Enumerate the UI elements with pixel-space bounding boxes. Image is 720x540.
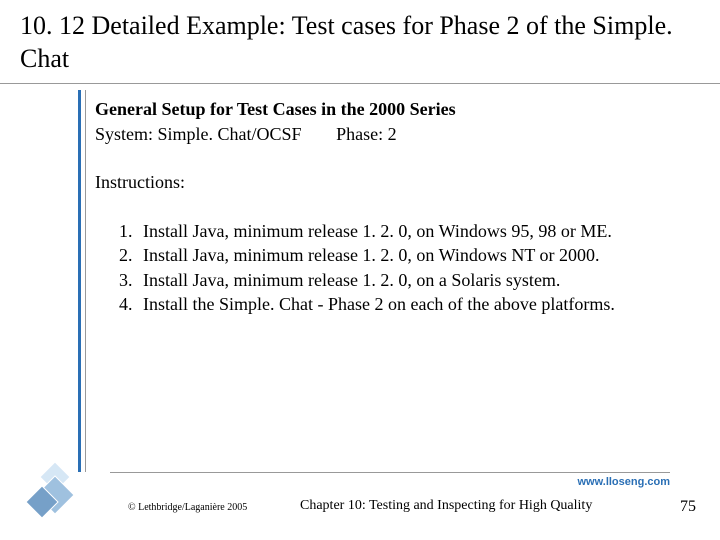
list-item: Install Java, minimum release 1. 2. 0, o… [137,269,665,292]
content-area: General Setup for Test Cases in the 2000… [95,98,665,318]
instructions-label: Instructions: [95,171,665,194]
footer-url: www.lloseng.com [578,476,671,488]
slide-title: 10. 12 Detailed Example: Test cases for … [0,0,720,81]
system-label: System [95,124,148,144]
phase-value: 2 [388,124,397,144]
list-item: Install Java, minimum release 1. 2. 0, o… [137,244,665,267]
slide: 10. 12 Detailed Example: Test cases for … [0,0,720,540]
footer-divider [110,472,670,473]
page-number: 75 [680,498,696,516]
setup-heading: General Setup for Test Cases in the 2000… [95,98,665,121]
title-divider [0,83,720,84]
list-item: Install Java, minimum release 1. 2. 0, o… [137,220,665,243]
chapter-label: Chapter 10: Testing and Inspecting for H… [300,498,592,514]
accent-bar-thin [85,90,86,472]
list-item: Install the Simple. Chat - Phase 2 on ea… [137,293,665,316]
accent-bar [78,90,81,472]
footer: © Lethbridge/Laganière 2005 Chapter 10: … [0,502,720,526]
instructions-list: Install Java, minimum release 1. 2. 0, o… [95,220,665,316]
copyright: © Lethbridge/Laganière 2005 [128,502,247,513]
setup-line: System: Simple. Chat/OCSF Phase: 2 [95,123,665,146]
system-value: Simple. Chat/OCSF [158,124,302,144]
phase-label: Phase [336,124,378,144]
